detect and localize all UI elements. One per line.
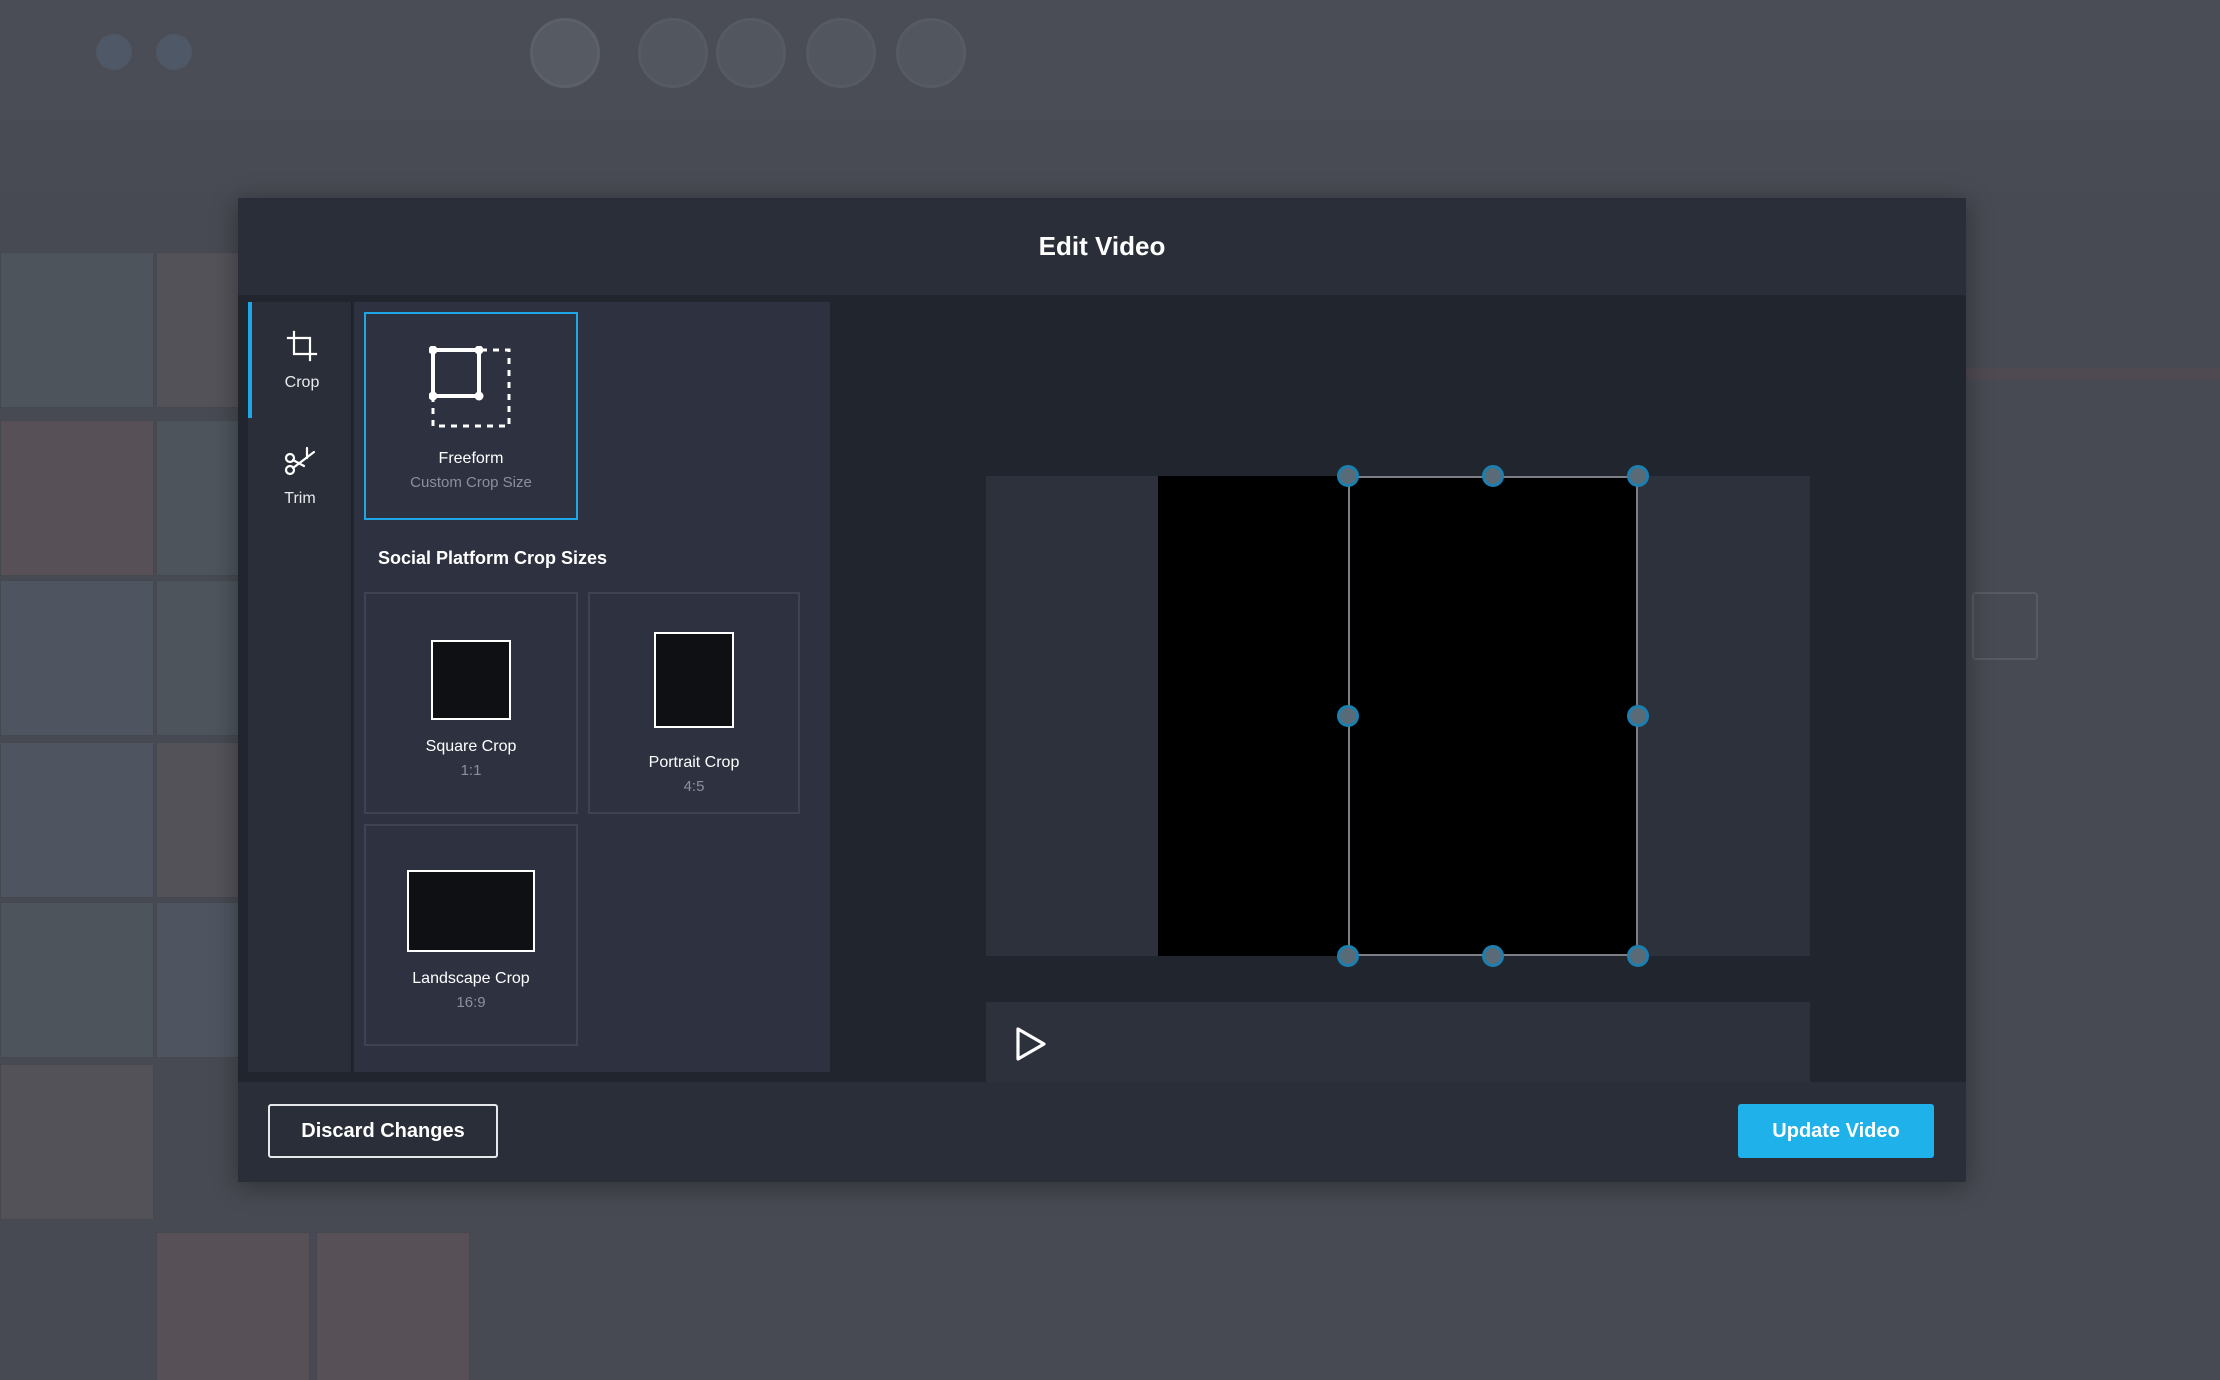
landscape-crop-shape [407, 870, 535, 952]
freeform-crop-option[interactable]: Freeform Custom Crop Size [364, 312, 578, 520]
crop-handle-bottom-left[interactable] [1337, 945, 1359, 967]
background-toolbar [0, 120, 2220, 192]
social-crop-sizes-title: Social Platform Crop Sizes [378, 548, 608, 568]
square-crop-ratio: 1:1 [460, 762, 482, 779]
background-tile [0, 252, 154, 408]
landscape-crop-name: Landscape Crop [412, 970, 530, 987]
background-avatar [638, 18, 708, 88]
background-avatar [806, 18, 876, 88]
square-crop-shape [431, 640, 511, 720]
tool-crop[interactable]: Crop [248, 302, 352, 418]
tool-crop-label: Crop [284, 374, 320, 391]
crop-handle-top-right[interactable] [1627, 465, 1649, 487]
portrait-crop-ratio: 4:5 [683, 778, 705, 795]
crop-icon [286, 330, 318, 362]
background-brand-icon [156, 34, 192, 70]
discard-changes-button[interactable]: Discard Changes [268, 1104, 498, 1158]
play-icon[interactable] [1010, 1024, 1050, 1064]
landscape-crop-option[interactable]: Landscape Crop 16:9 [364, 824, 578, 1046]
crop-handle-middle-right[interactable] [1627, 705, 1649, 727]
video-preview [986, 465, 1810, 967]
portrait-crop-option[interactable]: Portrait Crop 4:5 [588, 592, 800, 814]
modal-header: Edit Video [238, 198, 1966, 296]
crop-handle-bottom-center[interactable] [1482, 945, 1504, 967]
video-controls [986, 1002, 1810, 1082]
modal-body: Crop Trim Freeform Custom Crop Size Soci… [238, 296, 1966, 1082]
square-crop-option[interactable]: Square Crop 1:1 [364, 592, 578, 814]
background-tile [0, 420, 154, 576]
freeform-crop-icon [429, 346, 511, 428]
update-video-button[interactable]: Update Video [1738, 1104, 1934, 1158]
background-tile [0, 580, 154, 736]
background-logo-icon [96, 34, 132, 70]
portrait-crop-name: Portrait Crop [648, 754, 740, 771]
background-tile [0, 902, 154, 1058]
modal-title: Edit Video [1038, 231, 1166, 261]
square-crop-name: Square Crop [425, 738, 517, 755]
tool-rail: Crop Trim [248, 302, 352, 1072]
scissors-icon [284, 446, 316, 476]
background-tile [0, 1064, 154, 1220]
crop-handle-middle-left[interactable] [1337, 705, 1359, 727]
modal-footer: Discard Changes Update Video [238, 1082, 1966, 1182]
freeform-crop-subtitle: Custom Crop Size [410, 474, 532, 491]
crop-handle-top-left[interactable] [1337, 465, 1359, 487]
freeform-crop-name: Freeform [438, 450, 504, 467]
background-tile [156, 1232, 310, 1380]
tool-trim[interactable]: Trim [248, 418, 352, 534]
portrait-crop-shape [654, 632, 734, 728]
crop-handle-top-center[interactable] [1482, 465, 1504, 487]
background-tile [316, 1232, 470, 1380]
background-avatar [716, 18, 786, 88]
background-top-bar [0, 0, 2220, 120]
landscape-crop-ratio: 16:9 [456, 994, 486, 1011]
crop-options-panel: Freeform Custom Crop Size Social Platfor… [354, 302, 830, 1072]
background-tile [0, 742, 154, 898]
background-card [1972, 592, 2038, 660]
crop-selection-box[interactable] [1348, 476, 1638, 956]
edit-video-modal: Edit Video Crop Trim Freeform Custom Cro… [238, 198, 1966, 1182]
tool-trim-label: Trim [284, 490, 316, 507]
background-strip [1960, 368, 2220, 380]
background-avatar [896, 18, 966, 88]
crop-handle-bottom-right[interactable] [1627, 945, 1649, 967]
background-avatar [530, 18, 600, 88]
